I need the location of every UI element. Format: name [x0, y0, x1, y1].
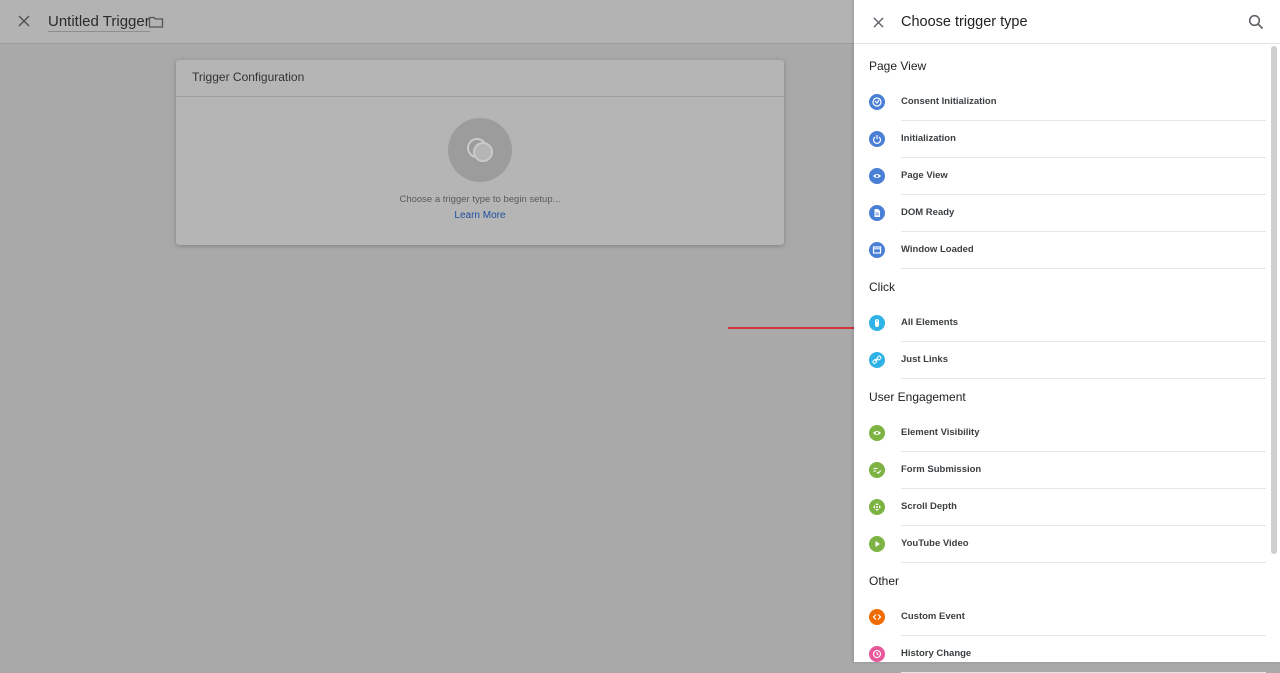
trigger-type-all-elements[interactable]: All Elements	[854, 305, 1270, 342]
link-icon	[869, 352, 885, 368]
section-title-other: Other	[869, 574, 900, 588]
scroll-icon	[869, 499, 885, 515]
panel-scrollbar[interactable]	[1271, 46, 1277, 554]
trigger-type-label: All Elements	[901, 317, 959, 328]
row-divider	[901, 268, 1266, 269]
trigger-type-label: Page View	[901, 170, 948, 181]
history-icon	[869, 646, 885, 662]
annotation-arrow-icon	[728, 321, 866, 335]
trigger-type-label: History Change	[901, 648, 972, 659]
power-icon	[869, 131, 885, 147]
trigger-type-label: Form Submission	[901, 464, 982, 475]
close-icon	[872, 16, 884, 28]
trigger-type-history-change[interactable]: History Change	[854, 636, 1270, 673]
trigger-type-label: Custom Event	[901, 611, 965, 622]
trigger-type-label: DOM Ready	[901, 207, 955, 218]
section-title-user-engagement: User Engagement	[869, 390, 966, 404]
trigger-type-label: Scroll Depth	[901, 501, 957, 512]
card-title: Trigger Configuration	[176, 60, 784, 97]
window-icon	[869, 242, 885, 258]
trigger-type-form-submission[interactable]: Form Submission	[854, 452, 1270, 489]
panel-title: Choose trigger type	[901, 14, 1028, 30]
trigger-name-field[interactable]: Untitled Trigger	[48, 13, 150, 32]
search-icon[interactable]	[1247, 13, 1265, 31]
eye-icon	[869, 425, 885, 441]
trigger-type-panel: Choose trigger type Page View Consent Ini…	[854, 0, 1280, 673]
trigger-type-list: Page View Consent Initialization Initializ…	[854, 44, 1270, 673]
panel-header: Choose trigger type	[854, 0, 1280, 44]
learn-more-link[interactable]: Learn More	[176, 210, 784, 221]
trigger-configuration-card[interactable]: Trigger Configuration Choose a trigger t…	[176, 60, 784, 245]
close-panel-button[interactable]	[868, 12, 888, 32]
close-icon	[18, 15, 30, 27]
play-icon	[869, 536, 885, 552]
trigger-type-label: YouTube Video	[901, 538, 969, 549]
trigger-type-custom-event[interactable]: Custom Event	[854, 599, 1270, 636]
close-editor-button[interactable]	[14, 11, 34, 31]
trigger-type-label: Initialization	[901, 133, 956, 144]
trigger-type-label: Window Loaded	[901, 244, 974, 255]
eye-icon	[869, 168, 885, 184]
trigger-type-label: Just Links	[901, 354, 948, 365]
code-icon	[869, 609, 885, 625]
section-title-click: Click	[869, 280, 895, 294]
trigger-type-just-links[interactable]: Just Links	[854, 342, 1270, 379]
editor-header: Untitled Trigger	[0, 0, 854, 44]
row-divider	[901, 562, 1266, 563]
trigger-type-initialization[interactable]: Initialization	[854, 121, 1270, 158]
trigger-type-element-visibility[interactable]: Element Visibility	[854, 415, 1270, 452]
trigger-type-label: Element Visibility	[901, 427, 980, 438]
consent-icon	[869, 94, 885, 110]
trigger-type-page-view[interactable]: Page View	[854, 158, 1270, 195]
trigger-type-window-loaded[interactable]: Window Loaded	[854, 232, 1270, 269]
section-title-page-view: Page View	[869, 59, 927, 73]
trigger-type-label: Consent Initialization	[901, 96, 997, 107]
choose-trigger-placeholder[interactable]	[448, 118, 512, 182]
config-hint-text: Choose a trigger type to begin setup...	[399, 194, 561, 205]
document-icon	[869, 205, 885, 221]
trigger-type-scroll-depth[interactable]: Scroll Depth	[854, 489, 1270, 526]
trigger-placeholder-icon	[467, 138, 493, 162]
trigger-type-consent-initialization[interactable]: Consent Initialization	[854, 84, 1270, 121]
trigger-type-dom-ready[interactable]: DOM Ready	[854, 195, 1270, 232]
form-icon	[869, 462, 885, 478]
trigger-type-youtube-video[interactable]: YouTube Video	[854, 526, 1270, 563]
mouse-icon	[869, 315, 885, 331]
row-divider	[901, 378, 1266, 379]
folder-icon[interactable]	[148, 14, 164, 30]
